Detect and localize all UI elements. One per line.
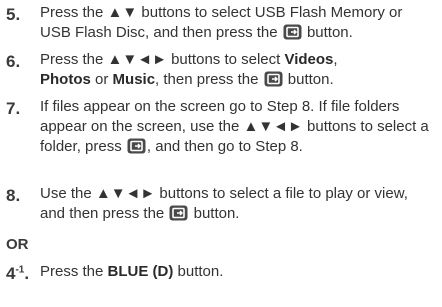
step-text: Use the ▲▼◄► buttons to select a file to… [40,185,408,222]
enter-button-icon [283,24,302,40]
step-text: Press the ▲▼◄► buttons to select Videos,… [40,51,338,88]
or-separator: OR [6,236,29,253]
enter-button-icon [169,205,188,221]
step-number: 8. [6,186,21,205]
step-number: 5. [6,5,21,24]
option-music: Music [112,71,156,88]
enter-button-icon [127,138,146,154]
enter-button-icon [264,71,283,87]
blue-d-button-label: BLUE (D) [107,263,174,280]
option-photos: Photos [40,71,91,88]
option-videos: Videos [284,51,334,68]
step-number: 6. [6,52,21,71]
step-text: Press the BLUE (D) button. [40,263,224,280]
manual-page: 5. Press the ▲▼ buttons to select USB Fl… [0,0,442,307]
step-text: If files appear on the screen go to Step… [40,98,429,155]
step-text: Press the ▲▼ buttons to select USB Flash… [40,4,403,41]
step-number: 4-1. [6,264,30,283]
step-number: 7. [6,99,21,118]
